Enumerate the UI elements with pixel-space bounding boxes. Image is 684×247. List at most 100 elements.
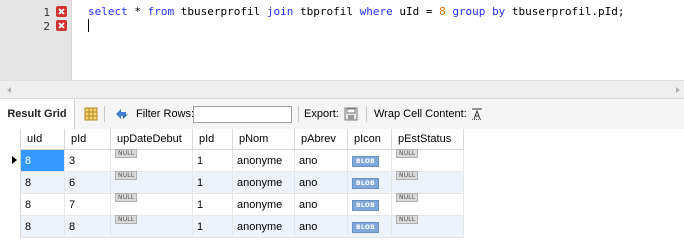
cell-value: ano	[299, 176, 318, 189]
null-badge: NULL	[115, 192, 138, 202]
row-header[interactable]	[0, 171, 21, 194]
column-header[interactable]: pId	[64, 129, 111, 150]
table-cell[interactable]: NULL	[391, 214, 464, 238]
table-cell[interactable]: NULL	[391, 170, 464, 194]
export-icon[interactable]	[343, 106, 359, 122]
column-header[interactable]: uId	[20, 129, 65, 150]
scroll-right-icon[interactable]	[676, 87, 680, 93]
column-header[interactable]: pId	[192, 129, 233, 150]
column-header[interactable]: upDateDebut	[110, 129, 193, 150]
null-badge: NULL	[115, 214, 138, 224]
table-cell[interactable]: BLOB	[347, 171, 392, 194]
cell-value: anonyme	[237, 154, 283, 167]
table-cell[interactable]: NULL	[391, 148, 464, 172]
editor-gutter: 1 2	[0, 0, 72, 80]
filter-rows-label: Filter Rows:	[136, 108, 195, 120]
column-header[interactable]: pAbrev	[294, 129, 348, 150]
table-cell[interactable]: 1	[192, 149, 233, 172]
table-cell[interactable]: BLOB	[347, 149, 392, 172]
null-badge: NULL	[115, 148, 138, 158]
table-cell[interactable]: anonyme	[232, 171, 295, 194]
line-number: 2	[43, 20, 50, 33]
table-cell[interactable]: 8	[20, 171, 65, 194]
editor-horizontal-scrollbar[interactable]	[0, 80, 684, 99]
column-header[interactable]: pEstStatus	[391, 129, 464, 150]
blob-badge: BLOB	[352, 200, 380, 211]
table-row[interactable]: 8 7 NULL 1 anonyme ano BLOB NULL	[0, 192, 464, 216]
null-badge: NULL	[396, 214, 419, 224]
row-header[interactable]	[0, 193, 21, 216]
sql-text: uId =	[392, 5, 440, 18]
sql-text: tbuserprofil.pId;	[505, 5, 625, 18]
blob-badge: BLOB	[352, 222, 380, 233]
table-cell[interactable]: 1	[192, 171, 233, 194]
sql-text: tbuserprofil	[174, 5, 267, 18]
scroll-left-icon[interactable]	[7, 87, 11, 93]
table-cell[interactable]: 8	[64, 215, 111, 238]
toolbar-separator	[366, 106, 367, 122]
row-header[interactable]	[0, 215, 21, 238]
table-cell[interactable]: 1	[192, 193, 233, 216]
sql-text: *	[127, 5, 148, 18]
filter-rows-input[interactable]	[193, 106, 292, 123]
wrap-cell-label: Wrap Cell Content:	[374, 108, 467, 120]
sql-keyword: where	[359, 5, 393, 18]
null-badge: NULL	[396, 148, 419, 158]
cell-value: 1	[197, 220, 204, 233]
row-header-corner	[0, 129, 21, 150]
table-row[interactable]: 8 8 NULL 1 anonyme ano BLOB NULL	[0, 214, 464, 238]
cell-value: 7	[69, 198, 76, 211]
toolbar-separator	[298, 106, 299, 122]
row-header[interactable]	[0, 149, 21, 172]
text-caret	[88, 19, 89, 32]
table-cell[interactable]: anonyme	[232, 193, 295, 216]
cell-value: anonyme	[237, 198, 283, 211]
table-cell[interactable]: BLOB	[347, 193, 392, 216]
cell-value: 1	[197, 154, 204, 167]
table-cell[interactable]: NULL	[110, 192, 193, 216]
cell-value: 3	[69, 154, 76, 167]
table-cell[interactable]: NULL	[110, 170, 193, 194]
table-row[interactable]: 8 3 NULL 1 anonyme ano BLOB NULL	[0, 148, 464, 172]
table-cell[interactable]: anonyme	[232, 149, 295, 172]
table-cell[interactable]: 1	[192, 215, 233, 238]
result-grid-tab[interactable]: Result Grid	[0, 99, 75, 129]
table-cell[interactable]: 8	[20, 215, 65, 238]
cell-value: 8	[25, 154, 32, 167]
table-row[interactable]: 8 6 NULL 1 anonyme ano BLOB NULL	[0, 170, 464, 194]
table-cell[interactable]: 6	[64, 171, 111, 194]
line-number: 1	[43, 6, 50, 19]
cell-value: 8	[25, 176, 32, 189]
cell-value: ano	[299, 220, 318, 233]
result-table: uId pId upDateDebut pId pNom pAbrev pIco…	[0, 129, 464, 238]
error-marker-icon[interactable]	[56, 6, 67, 17]
table-cell[interactable]: ano	[294, 171, 348, 194]
table-cell[interactable]: 8	[20, 193, 65, 216]
grid-view-icon[interactable]	[84, 107, 98, 121]
table-cell[interactable]: anonyme	[232, 215, 295, 238]
error-marker-icon[interactable]	[56, 20, 67, 31]
current-row-arrow-icon	[12, 155, 17, 164]
table-cell[interactable]: 3	[64, 149, 111, 172]
table-cell[interactable]: ano	[294, 215, 348, 238]
wrap-cell-icon[interactable]	[471, 108, 483, 120]
table-cell[interactable]: BLOB	[347, 215, 392, 238]
column-header[interactable]: pNom	[232, 129, 295, 150]
null-badge: NULL	[115, 170, 138, 180]
sql-editor[interactable]: 1 2 select * from tbuserprofil join tbpr…	[0, 0, 684, 80]
table-cell[interactable]: NULL	[110, 214, 193, 238]
table-cell[interactable]: ano	[294, 193, 348, 216]
result-toolbar: Result Grid Filter Rows: Export: Wrap Ce…	[0, 98, 684, 130]
export-label: Export:	[304, 108, 339, 120]
table-cell[interactable]: 7	[64, 193, 111, 216]
result-grid[interactable]: uId pId upDateDebut pId pNom pAbrev pIco…	[0, 129, 684, 247]
sql-query-line[interactable]: select * from tbuserprofil join tbprofil…	[88, 5, 625, 18]
sql-number: 8	[439, 5, 446, 18]
column-header[interactable]: pIcon	[347, 129, 392, 150]
table-cell[interactable]: NULL	[391, 192, 464, 216]
table-cell[interactable]: NULL	[110, 148, 193, 172]
table-cell[interactable]: 8	[20, 149, 65, 172]
table-cell[interactable]: ano	[294, 149, 348, 172]
refresh-icon[interactable]	[114, 107, 130, 121]
sql-keyword: select	[88, 5, 128, 18]
